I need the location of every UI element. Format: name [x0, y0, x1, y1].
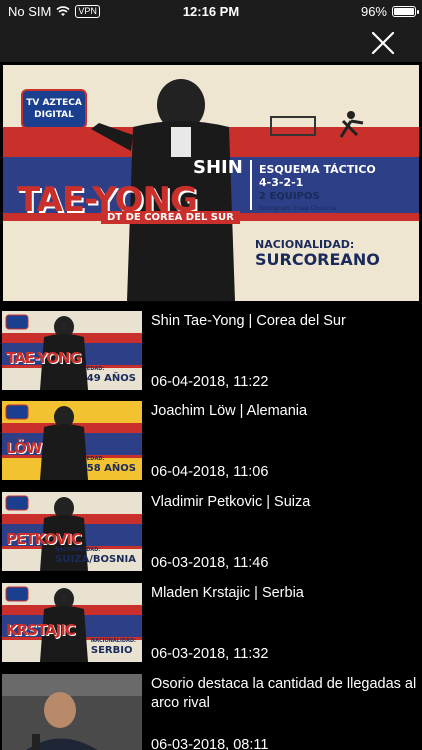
list-item[interactable]: KRSTAJIC NACIONALIDAD: SERBIO Mladen Krs… [0, 581, 422, 667]
video-date: 06-03-2018, 11:46 [151, 555, 269, 571]
list-item[interactable]: TAE-YONG EDAD: 49 AÑOS Shin Tae-Yong | C… [0, 309, 422, 395]
thumbnail-caption-value: 58 AÑOS [86, 463, 136, 474]
battery-percent: 96% [360, 4, 387, 19]
top-bar [0, 22, 422, 62]
video-date: 06-03-2018, 11:32 [151, 646, 269, 662]
close-icon [371, 31, 395, 55]
thumbnail-name: TAE-YONG [6, 349, 82, 367]
video-title[interactable]: Shin Tae-Yong | Corea del Sur [151, 312, 419, 331]
hero-teams: 2 EQUIPOS Seongnam Ilhwa Chunma [259, 191, 336, 215]
video-thumbnail[interactable]: PETKOVIC NACIONALIDAD: SUIZA/BOSNIA [2, 492, 142, 571]
thumbnail-caption: EDAD: 58 AÑOS [87, 454, 136, 474]
video-title[interactable]: Mladen Krstajic | Serbia [151, 584, 419, 603]
hero-scheme-label: ESQUEMA TÁCTICO [259, 163, 376, 176]
list-item[interactable]: Osorio destaca la cantidad de llegadas a… [0, 672, 422, 750]
thumbnail-name: LÖW [6, 439, 42, 457]
video-title[interactable]: Vladimir Petkovic | Suiza [151, 493, 419, 512]
featured-video-thumbnail[interactable]: TV AZTECA DIGITAL SHIN TAE-YONG DT DE CO… [3, 65, 419, 301]
clock: 12:16 PM [182, 4, 240, 19]
thumbnail-caption-value: SUIZA/BOSNIA [55, 554, 136, 565]
video-thumbnail[interactable]: KRSTAJIC NACIONALIDAD: SERBIO [2, 583, 142, 662]
hero-scheme-value: 4-3-2-1 [259, 176, 304, 189]
list-item[interactable]: LÖW EDAD: 58 AÑOS Joachim Löw | Alemania… [0, 399, 422, 485]
list-item[interactable]: PETKOVIC NACIONALIDAD: SUIZA/BOSNIA Vlad… [0, 490, 422, 576]
battery-icon [392, 6, 419, 17]
thumbnail-artwork [2, 674, 142, 750]
video-title[interactable]: Osorio destaca la cantidad de llegadas a… [151, 675, 419, 713]
hero-role: DT DE COREA DEL SUR [101, 211, 240, 224]
status-bar: No SIM VPN 12:16 PM 96% [0, 0, 422, 22]
video-date: 06-04-2018, 11:22 [151, 374, 269, 390]
hero-nationality: NACIONALIDAD: SURCOREANO [255, 237, 380, 269]
thumbnail-caption: NACIONALIDAD: SUIZA/BOSNIA [55, 545, 136, 565]
close-button[interactable] [370, 30, 396, 56]
video-title[interactable]: Joachim Löw | Alemania [151, 402, 419, 421]
thumbnail-caption-value: SERBIO [90, 645, 133, 656]
thumbnail-caption-value: 49 AÑOS [86, 373, 136, 384]
video-thumbnail[interactable] [2, 674, 142, 750]
hero-teams-count: 2 EQUIPOS [259, 191, 320, 202]
thumbnail-caption: NACIONALIDAD: SERBIO [91, 636, 136, 656]
brand-logo: TV AZTECA DIGITAL [21, 89, 87, 129]
video-date: 06-03-2018, 08:11 [151, 737, 269, 750]
video-thumbnail[interactable]: LÖW EDAD: 58 AÑOS [2, 401, 142, 480]
video-thumbnail[interactable]: TAE-YONG EDAD: 49 AÑOS [2, 311, 142, 390]
thumbnail-name: KRSTAJIC [6, 621, 76, 639]
hero-scheme: ESQUEMA TÁCTICO 4-3-2-1 [259, 163, 376, 189]
hero-nationality-value: SURCOREANO [255, 250, 380, 269]
hero-club: Seongnam Ilhwa Chunma [259, 205, 336, 212]
video-date: 06-04-2018, 11:06 [151, 464, 269, 480]
hero-first-name: SHIN [193, 157, 243, 178]
thumbnail-caption: EDAD: 49 AÑOS [87, 364, 136, 384]
